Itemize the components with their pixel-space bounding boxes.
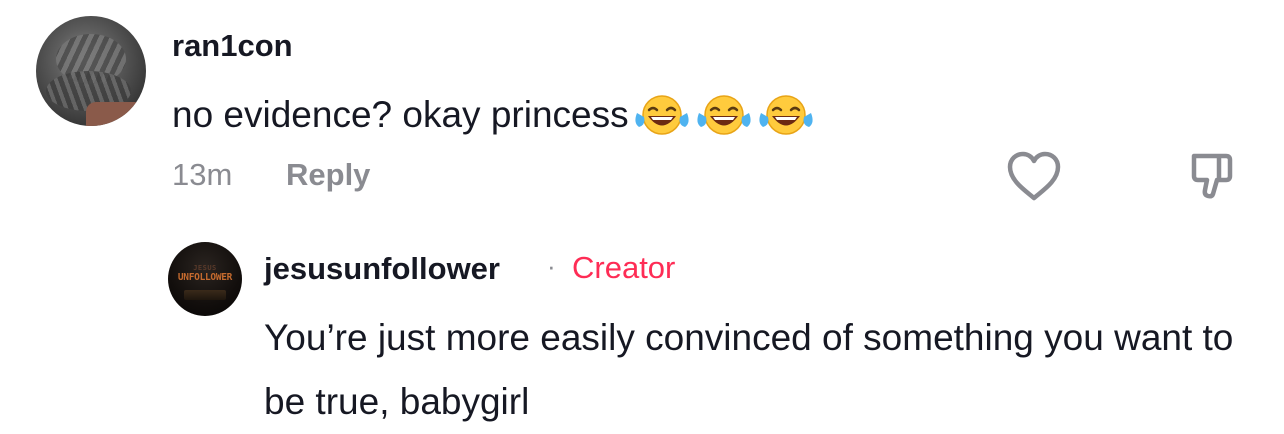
separator-dot: · <box>547 251 556 281</box>
face-with-tears-of-joy-icon <box>757 93 815 137</box>
creator-avatar[interactable]: JESUS UNFOLLOWER <box>168 242 242 316</box>
thumbs-down-icon <box>1191 153 1233 199</box>
comment-timestamp: 13m <box>172 157 233 192</box>
creator-badge: Creator <box>572 250 676 285</box>
avatar-image-part <box>86 102 146 126</box>
avatar-logo-text: UNFOLLOWER <box>177 272 233 283</box>
avatar-logo-text: JESUS <box>193 264 217 272</box>
reply-text: You’re just more easily convinced of som… <box>264 317 1234 422</box>
avatar-image-part <box>184 290 226 300</box>
face-with-tears-of-joy-icon <box>633 93 691 137</box>
commenter-username[interactable]: ran1con <box>172 28 293 64</box>
reply-button[interactable]: Reply <box>286 157 370 193</box>
dislike-button[interactable] <box>1186 150 1238 202</box>
heart-icon <box>1007 151 1061 201</box>
commenter-avatar[interactable] <box>36 16 146 126</box>
like-button[interactable] <box>1004 150 1064 202</box>
creator-username[interactable]: jesusunfollower <box>264 251 500 287</box>
comment-text: no evidence? okay princess <box>172 93 815 137</box>
comment-body: no evidence? okay princess <box>172 94 629 135</box>
face-with-tears-of-joy-icon <box>695 93 753 137</box>
